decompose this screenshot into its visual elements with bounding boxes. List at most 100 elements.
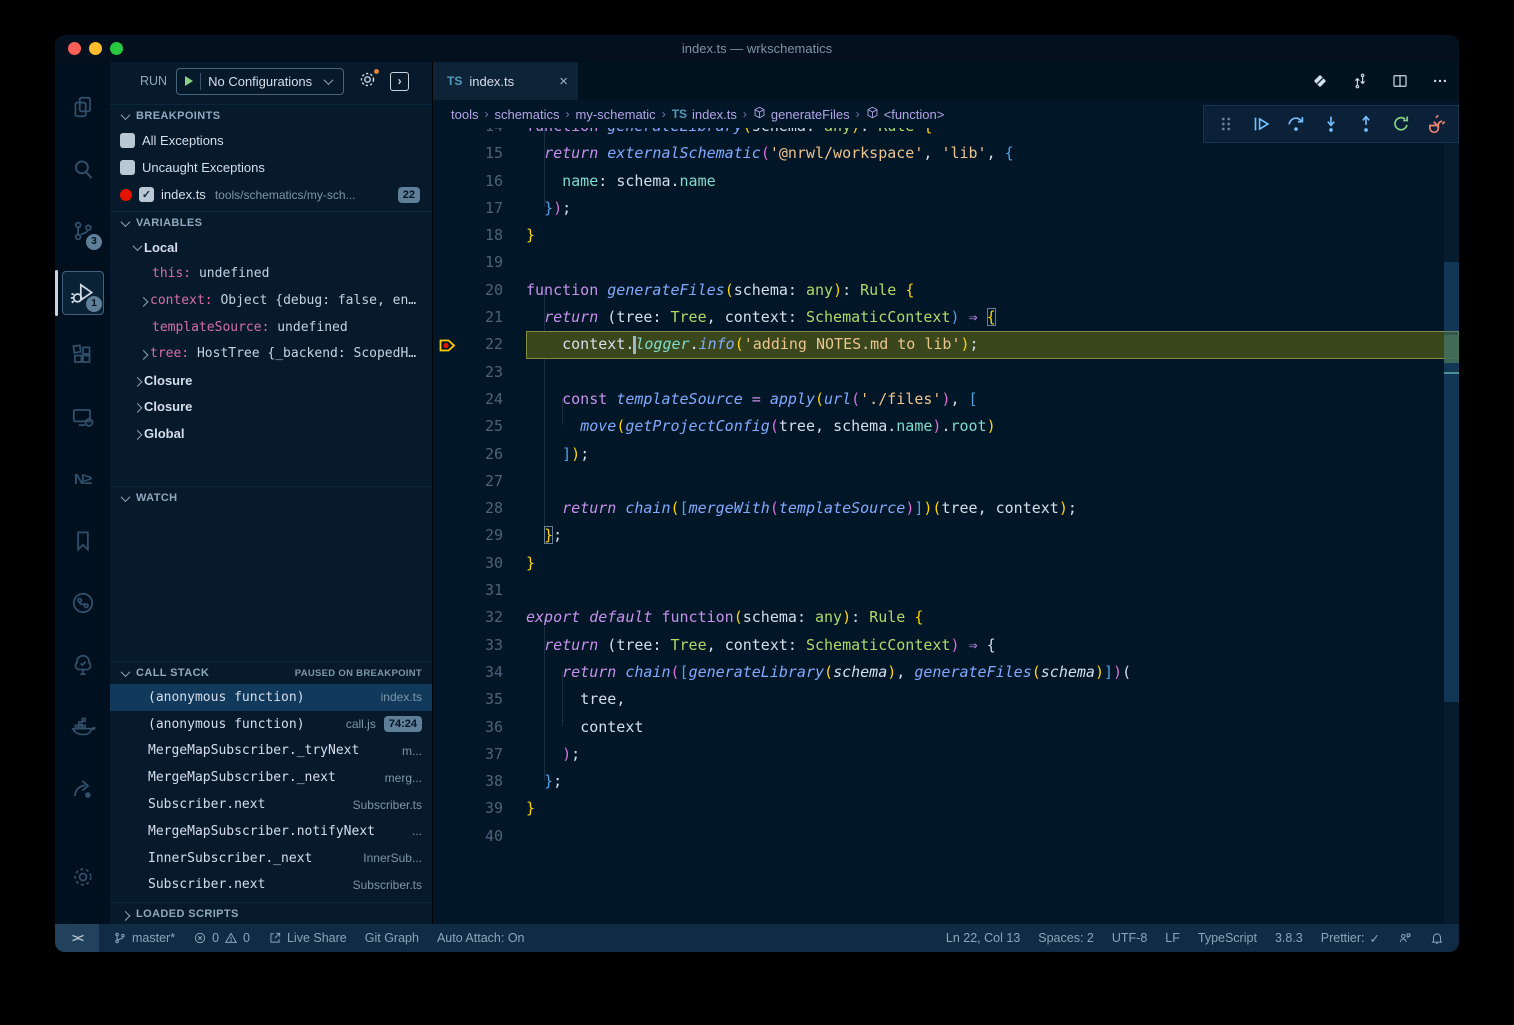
cursor-position-item[interactable]: Ln 22, Col 13 — [937, 924, 1029, 952]
code-text[interactable]: function generateFiles(schema: any): Rul… — [526, 277, 1459, 304]
drag-grip-icon[interactable] — [1215, 113, 1237, 135]
glyph-margin[interactable] — [433, 277, 463, 304]
glyph-margin[interactable] — [433, 604, 463, 631]
code-line-38[interactable]: 38 }; — [433, 768, 1459, 795]
breadcrumb-item-schematics[interactable]: schematics — [494, 107, 559, 122]
code-text[interactable]: const templateSource = apply(url('./file… — [526, 386, 1459, 413]
activity-search[interactable] — [55, 138, 110, 200]
breakpoint-row[interactable]: ✓index.tstools/schematics/my-sch...22 — [110, 181, 432, 208]
glyph-margin[interactable] — [433, 128, 463, 140]
glyph-margin[interactable] — [433, 522, 463, 549]
code-text[interactable] — [526, 359, 1459, 386]
activity-remote-explorer[interactable] — [55, 386, 110, 448]
glyph-margin[interactable] — [433, 768, 463, 795]
code-line-17[interactable]: 17 }); — [433, 195, 1459, 222]
glyph-margin[interactable] — [433, 686, 463, 713]
call-stack-frame[interactable]: (anonymous function)index.ts — [110, 684, 432, 711]
glyph-margin[interactable] — [433, 222, 463, 249]
ts-version-item[interactable]: 3.8.3 — [1266, 924, 1312, 952]
compare-changes-icon[interactable] — [1351, 72, 1369, 90]
loaded-scripts-header[interactable]: LOADED SCRIPTS — [110, 903, 432, 925]
open-changes-icon[interactable] — [1311, 72, 1329, 90]
glyph-margin[interactable] — [433, 441, 463, 468]
git-branch-item[interactable]: master* — [99, 924, 184, 952]
code-text[interactable] — [526, 249, 1459, 276]
glyph-margin[interactable] — [433, 195, 463, 222]
activity-git-graph[interactable] — [55, 572, 110, 634]
breakpoints-header[interactable]: BREAKPOINTS — [110, 105, 432, 127]
titlebar[interactable]: index.ts — wrkschematics — [55, 35, 1459, 62]
activity-run-debug[interactable]: 1 — [55, 262, 110, 324]
code-text[interactable]: return chain([generateLibrary(schema), g… — [526, 659, 1459, 686]
code-line-36[interactable]: 36 context — [433, 714, 1459, 741]
code-text[interactable]: }); — [526, 195, 1459, 222]
activity-bookmarks[interactable] — [55, 510, 110, 572]
activity-settings[interactable] — [55, 846, 110, 908]
call-stack-frame[interactable]: MergeMapSubscriber._tryNextm... — [110, 738, 432, 765]
code-line-25[interactable]: 25 move(getProjectConfig(tree, schema.na… — [433, 413, 1459, 440]
breadcrumb-item-my-schematic[interactable]: my-schematic — [576, 107, 656, 122]
notifications-item[interactable] — [1421, 924, 1453, 952]
breakpoint-checkbox[interactable] — [120, 160, 135, 175]
indentation-item[interactable]: Spaces: 2 — [1029, 924, 1103, 952]
breadcrumb-item-index-ts[interactable]: TSindex.ts — [672, 107, 737, 122]
variables-header[interactable]: VARIABLES — [110, 212, 432, 234]
code-line-21[interactable]: 21 return (tree: Tree, context: Schemati… — [433, 304, 1459, 331]
activity-docker[interactable] — [55, 696, 110, 758]
disconnect-button[interactable] — [1425, 113, 1447, 135]
activity-source-control[interactable]: 3 — [55, 200, 110, 262]
code-line-22[interactable]: 22 context.logger.info('adding NOTES.md … — [433, 331, 1459, 358]
glyph-margin[interactable] — [433, 714, 463, 741]
auto-attach-item[interactable]: Auto Attach: On — [428, 924, 534, 952]
start-debug-icon[interactable] — [185, 76, 193, 86]
breakpoint-checkbox[interactable]: ✓ — [139, 187, 154, 202]
step-into-button[interactable] — [1320, 113, 1342, 135]
debug-console-button[interactable]: › — [390, 72, 409, 91]
editor-scrollbar[interactable] — [1444, 128, 1459, 924]
code-text[interactable]: return externalSchematic('@nrwl/workspac… — [526, 140, 1459, 167]
variable-row[interactable]: tree: HostTree {_backend: ScopedH… — [110, 340, 432, 367]
code-line-35[interactable]: 35 tree, — [433, 686, 1459, 713]
scrollbar-thumb[interactable] — [1444, 262, 1459, 702]
glyph-margin[interactable] — [433, 577, 463, 604]
language-item[interactable]: TypeScript — [1189, 924, 1266, 952]
restart-button[interactable] — [1390, 113, 1412, 135]
remote-indicator[interactable]: >< — [55, 924, 99, 952]
activity-nx-console[interactable]: N≥ — [55, 448, 110, 510]
code-text[interactable]: tree, — [526, 686, 1459, 713]
glyph-margin[interactable] — [433, 468, 463, 495]
breadcrumb-item--function-[interactable]: <function> — [866, 106, 945, 122]
breakpoint-checkbox[interactable] — [120, 133, 135, 148]
breakpoint-row[interactable]: All Exceptions — [110, 127, 432, 154]
eol-item[interactable]: LF — [1156, 924, 1189, 952]
configure-launch-button[interactable] — [358, 70, 377, 92]
glyph-margin[interactable] — [433, 359, 463, 386]
prettier-item[interactable]: Prettier: ✓ — [1312, 924, 1389, 952]
watch-header[interactable]: WATCH — [110, 487, 432, 509]
launch-configuration-dropdown[interactable]: No Configurations — [176, 68, 344, 95]
glyph-margin[interactable] — [433, 550, 463, 577]
code-text[interactable]: return chain([mergeWith(templateSource)]… — [526, 495, 1459, 522]
tab-index-ts[interactable]: TS index.ts × — [433, 62, 578, 100]
activity-project-tests[interactable] — [55, 634, 110, 696]
scope-row[interactable]: Local — [110, 234, 432, 261]
code-text[interactable]: return (tree: Tree, context: SchematicCo… — [526, 632, 1459, 659]
code-text[interactable]: name: schema.name — [526, 168, 1459, 195]
code-line-29[interactable]: 29 }; — [433, 522, 1459, 549]
feedback-item[interactable] — [1389, 924, 1421, 952]
code-text[interactable] — [526, 823, 1459, 850]
code-text[interactable]: } — [526, 222, 1459, 249]
glyph-margin[interactable] — [433, 795, 463, 822]
code-line-26[interactable]: 26 ]); — [433, 441, 1459, 468]
glyph-margin[interactable] — [433, 659, 463, 686]
call-stack-frame[interactable]: MergeMapSubscriber.notifyNext... — [110, 818, 432, 845]
code-line-16[interactable]: 16 name: schema.name — [433, 168, 1459, 195]
code-line-19[interactable]: 19 — [433, 249, 1459, 276]
code-line-28[interactable]: 28 return chain([mergeWith(templateSourc… — [433, 495, 1459, 522]
call-stack-frame[interactable]: Subscriber.nextSubscriber.ts — [110, 872, 432, 899]
close-tab-icon[interactable]: × — [559, 73, 568, 90]
code-text[interactable]: context.logger.info('adding NOTES.md to … — [526, 331, 1459, 358]
scope-row[interactable]: Closure — [110, 394, 432, 421]
code-text[interactable]: export default function(schema: any): Ru… — [526, 604, 1459, 631]
code-line-40[interactable]: 40 — [433, 823, 1459, 850]
